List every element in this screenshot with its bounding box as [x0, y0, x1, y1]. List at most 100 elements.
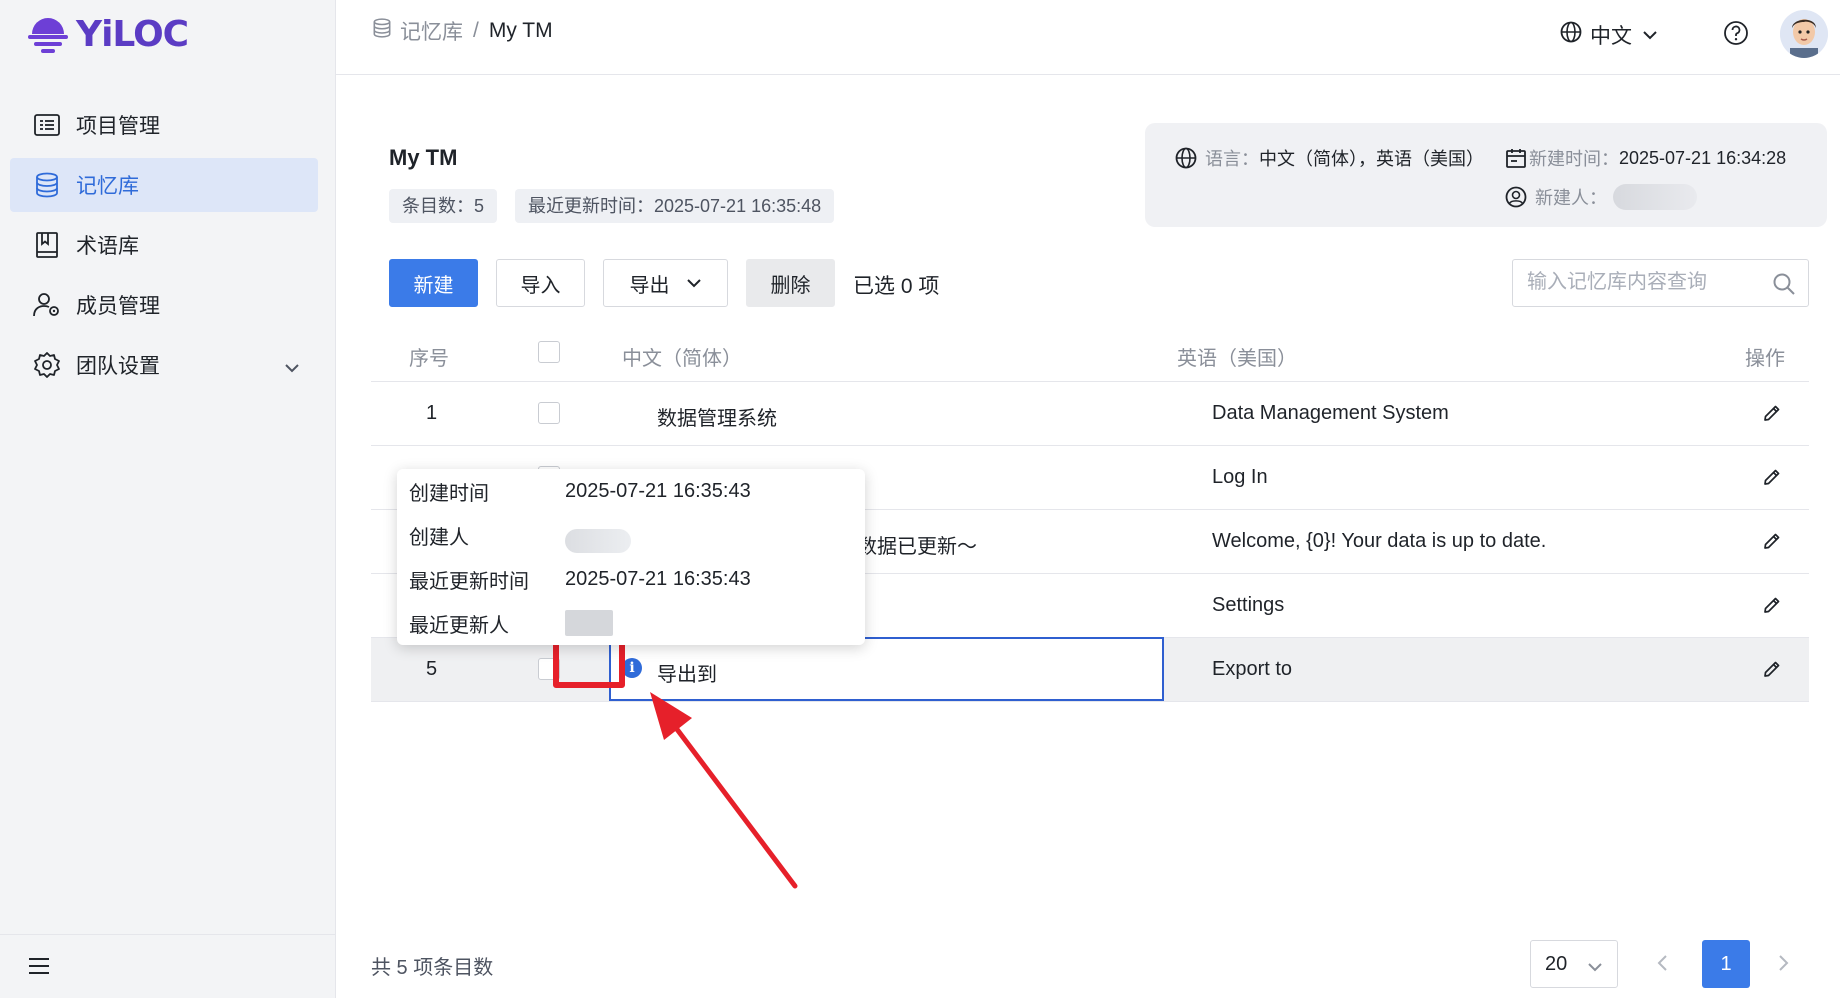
globe-icon: [1560, 21, 1582, 49]
column-header-target: 英语（美国）: [1177, 348, 1297, 370]
logo-icon: [28, 18, 68, 53]
popover-updated-time: 最近更新时间 2025-07-21 16:35:43: [409, 564, 751, 594]
popover-created-time: 创建时间 2025-07-21 16:35:43: [409, 476, 751, 506]
popover-updater: 最近更新人: [409, 608, 613, 638]
breadcrumb-separator: /: [473, 19, 479, 42]
top-header: 记忆库 / My TM 中文: [336, 0, 1840, 75]
sidebar-item-members[interactable]: 成员管理: [10, 278, 318, 332]
export-label: 导出: [629, 274, 670, 297]
created-time-label: 新建时间：: [1529, 149, 1619, 169]
entry-info-popover: 创建时间 2025-07-21 16:35:43 创建人 最近更新时间 2025…: [397, 469, 865, 645]
prev-page-icon[interactable]: [1656, 952, 1670, 979]
sidebar-item-label: 项目管理: [76, 115, 160, 138]
row-index: 1: [426, 402, 438, 424]
info-icon[interactable]: i: [622, 658, 642, 678]
book-icon: [32, 230, 62, 260]
sidebar-item-label: 记忆库: [76, 175, 139, 198]
popover-value: 2025-07-21 16:35:43: [565, 567, 751, 590]
row-index: 5: [426, 658, 438, 680]
new-button[interactable]: 新建: [389, 259, 478, 307]
delete-button[interactable]: 删除: [746, 259, 835, 307]
calendar-icon: [1505, 147, 1527, 169]
column-header-index: 序号: [409, 348, 449, 370]
chevron-down-icon[interactable]: [284, 355, 300, 379]
table-header: 序号 中文（简体） 英语（美国） 操作: [371, 330, 1809, 382]
sidebar-item-projects[interactable]: 项目管理: [10, 98, 318, 152]
edit-icon[interactable]: [1762, 467, 1782, 493]
created-time-row: 新建时间： 2025-07-21 16:34:28: [1505, 145, 1786, 171]
search-box: [1512, 259, 1809, 307]
target-text[interactable]: Settings: [1212, 594, 1284, 617]
popover-value: 2025-07-21 16:35:43: [565, 479, 751, 502]
sidebar-footer: [0, 934, 336, 998]
language-switcher[interactable]: 中文: [1560, 20, 1658, 50]
languages-row: 语言： 中文（简体），英语（美国）: [1175, 145, 1484, 171]
sidebar-item-label: 成员管理: [76, 295, 160, 318]
sidebar-nav: 项目管理 记忆库 术语库 成员管理 团队设置: [10, 98, 318, 398]
source-text[interactable]: 数据管理系统: [657, 402, 777, 431]
sidebar-item-termbase[interactable]: 术语库: [10, 218, 318, 272]
entry-count-badge: 条目数：5: [389, 189, 498, 223]
database-icon: [32, 170, 62, 200]
source-text[interactable]: 数据已更新～: [857, 530, 977, 559]
creator-label: 新建人：: [1535, 188, 1607, 208]
tm-info-card: 语言： 中文（简体），英语（美国） 新建时间： 2025-07-21 16:34…: [1145, 123, 1827, 227]
target-text[interactable]: Log In: [1212, 466, 1268, 489]
table-row[interactable]: 1 数据管理系统 Data Management System: [371, 382, 1809, 446]
table-row[interactable]: 5 导出到 i Export to: [371, 624, 1809, 702]
user-gear-icon: [32, 290, 62, 320]
popover-label: 最近更新人: [409, 614, 509, 637]
search-icon[interactable]: [1772, 272, 1796, 301]
help-icon[interactable]: [1723, 20, 1749, 51]
updater-name-redacted: [565, 610, 613, 636]
user-circle-icon: [1505, 186, 1527, 208]
page-size-select[interactable]: 20: [1530, 940, 1618, 988]
chevron-down-icon: [1587, 955, 1603, 978]
chevron-down-icon: [686, 279, 701, 288]
column-header-actions: 操作: [1745, 348, 1785, 370]
target-text[interactable]: Data Management System: [1212, 402, 1449, 425]
gear-icon: [32, 350, 62, 380]
breadcrumb-root[interactable]: 记忆库: [400, 16, 463, 46]
total-count: 共 5 项条目数: [371, 957, 494, 979]
hamburger-menu-icon[interactable]: [28, 957, 50, 980]
sidebar-item-label: 术语库: [76, 235, 139, 258]
selected-count: 已选 0 项: [853, 275, 940, 298]
logo[interactable]: YiLOC: [28, 12, 189, 56]
sidebar-item-label: 团队设置: [76, 355, 160, 378]
popover-label: 创建时间: [409, 482, 489, 505]
last-updated-badge: 最近更新时间：2025-07-21 16:35:48: [515, 189, 835, 223]
popover-label: 最近更新时间: [409, 570, 529, 593]
creator-name-redacted: [1613, 184, 1697, 210]
search-input[interactable]: [1527, 271, 1757, 294]
import-button[interactable]: 导入: [496, 259, 585, 307]
page-size-value: 20: [1545, 952, 1568, 975]
sidebar-item-team-settings[interactable]: 团队设置: [10, 338, 318, 392]
languages-label: 语言：: [1205, 149, 1259, 169]
sidebar-item-memory[interactable]: 记忆库: [10, 158, 318, 212]
created-time-value: 2025-07-21 16:34:28: [1619, 147, 1787, 168]
breadcrumb-current: My TM: [488, 19, 553, 42]
edit-icon[interactable]: [1762, 403, 1782, 429]
database-icon: [372, 17, 392, 45]
edit-icon[interactable]: [1762, 531, 1782, 557]
sidebar: YiLOC 项目管理 记忆库 术语库 成员管理 团队设置: [0, 0, 336, 998]
target-text[interactable]: Export to: [1212, 658, 1292, 681]
row-checkbox[interactable]: [538, 402, 560, 424]
source-text[interactable]: 导出到: [657, 658, 717, 687]
globe-icon: [1175, 147, 1197, 169]
creator-name-redacted: [565, 529, 631, 553]
export-button[interactable]: 导出: [603, 259, 728, 307]
target-text[interactable]: Welcome, {0}! Your data is up to date.: [1212, 530, 1546, 553]
edit-icon[interactable]: [1762, 659, 1782, 685]
breadcrumb: 记忆库 / My TM: [372, 16, 553, 46]
logo-text: YiLOC: [76, 13, 189, 55]
edit-icon[interactable]: [1762, 595, 1782, 621]
annotation-arrow: [650, 692, 798, 889]
select-all-checkbox[interactable]: [538, 341, 560, 363]
next-page-icon[interactable]: [1776, 952, 1790, 979]
popover-label: 创建人: [409, 526, 469, 549]
page-button-current[interactable]: 1: [1702, 940, 1750, 988]
user-avatar[interactable]: [1780, 10, 1828, 58]
language-label: 中文: [1590, 25, 1632, 48]
